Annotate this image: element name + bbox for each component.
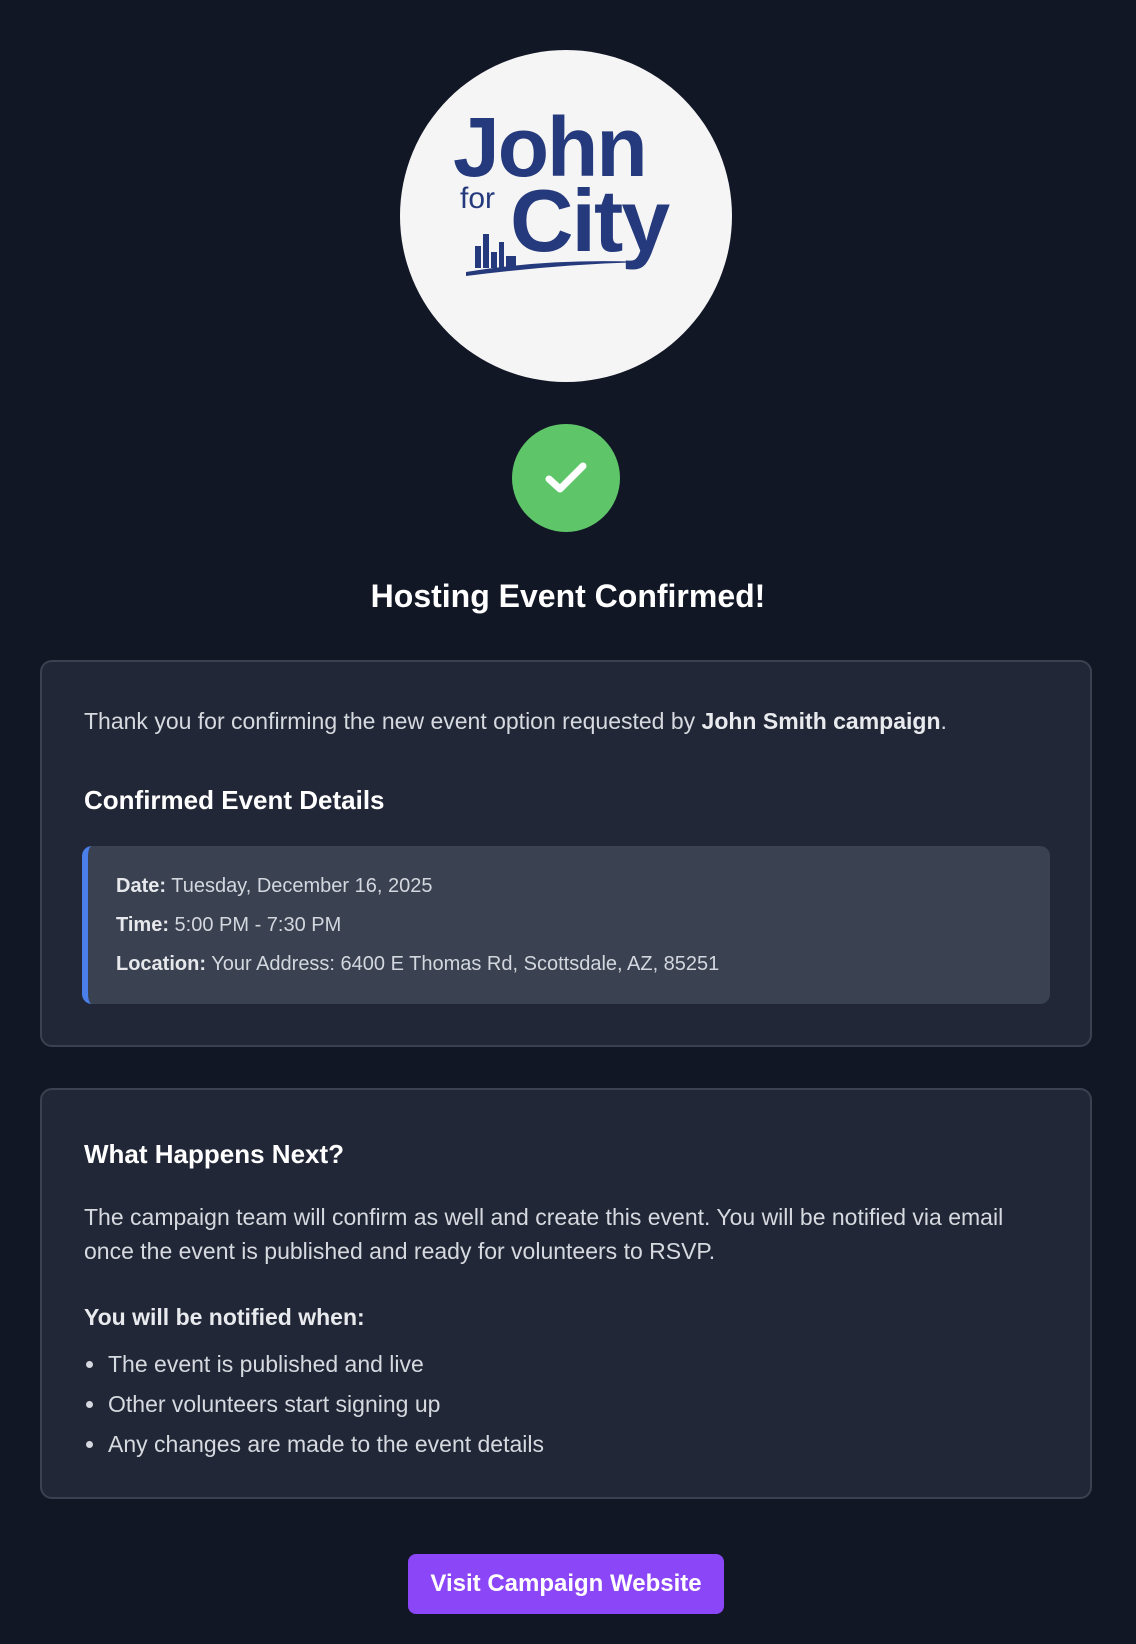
logo-text-for: for <box>460 182 495 215</box>
notify-list: The event is published and live Other vo… <box>84 1344 544 1464</box>
confirmation-intro: Thank you for confirming the new event o… <box>84 704 947 738</box>
list-item-text: Other volunteers start signing up <box>108 1391 441 1417</box>
confirmation-card: Thank you for confirming the new event o… <box>40 660 1092 1047</box>
next-steps-heading: What Happens Next? <box>84 1139 345 1169</box>
success-badge <box>512 424 620 532</box>
date-label: Date: <box>116 875 167 897</box>
list-item: Any changes are made to the event detail… <box>84 1424 544 1464</box>
bullet-icon <box>86 1361 93 1368</box>
date-value: Tuesday, December 16, 2025 <box>171 875 433 897</box>
next-steps-card: What Happens Next? The campaign team wil… <box>40 1088 1092 1499</box>
list-item: Other volunteers start signing up <box>84 1384 544 1424</box>
intro-text: Thank you for confirming the new event o… <box>84 708 702 734</box>
time-label: Time: <box>116 914 169 936</box>
intro-suffix: . <box>940 708 947 734</box>
time-value: 5:00 PM - 7:30 PM <box>174 914 342 936</box>
location-value: Your Address: 6400 E Thomas Rd, Scottsda… <box>211 953 720 975</box>
visit-campaign-website-button[interactable]: Visit Campaign Website <box>408 1554 724 1614</box>
location-label: Location: <box>116 953 206 975</box>
list-item-text: Any changes are made to the event detail… <box>108 1431 545 1457</box>
bullet-icon <box>86 1401 93 1408</box>
event-details-heading: Confirmed Event Details <box>84 785 385 815</box>
campaign-logo: John for City <box>400 50 732 382</box>
event-details-box: Date: Tuesday, December 16, 2025 Time: 5… <box>82 846 1050 1004</box>
list-item: The event is published and live <box>84 1344 544 1384</box>
list-item-text: The event is published and live <box>108 1351 424 1377</box>
checkmark-icon <box>545 462 587 493</box>
bullet-icon <box>86 1441 93 1448</box>
next-steps-paragraph: The campaign team will confirm as well a… <box>84 1204 1004 1264</box>
detail-time: Time: 5:00 PM - 7:30 PM <box>116 911 341 939</box>
notify-heading: You will be notified when: <box>84 1304 365 1330</box>
logo-text-city: City <box>510 171 670 270</box>
detail-date: Date: Tuesday, December 16, 2025 <box>116 872 432 900</box>
logo-artwork: John for City <box>453 100 672 276</box>
campaign-name: John Smith campaign <box>701 708 941 734</box>
detail-location: Location: Your Address: 6400 E Thomas Rd… <box>116 950 719 978</box>
page-title: Hosting Event Confirmed! <box>370 578 766 614</box>
